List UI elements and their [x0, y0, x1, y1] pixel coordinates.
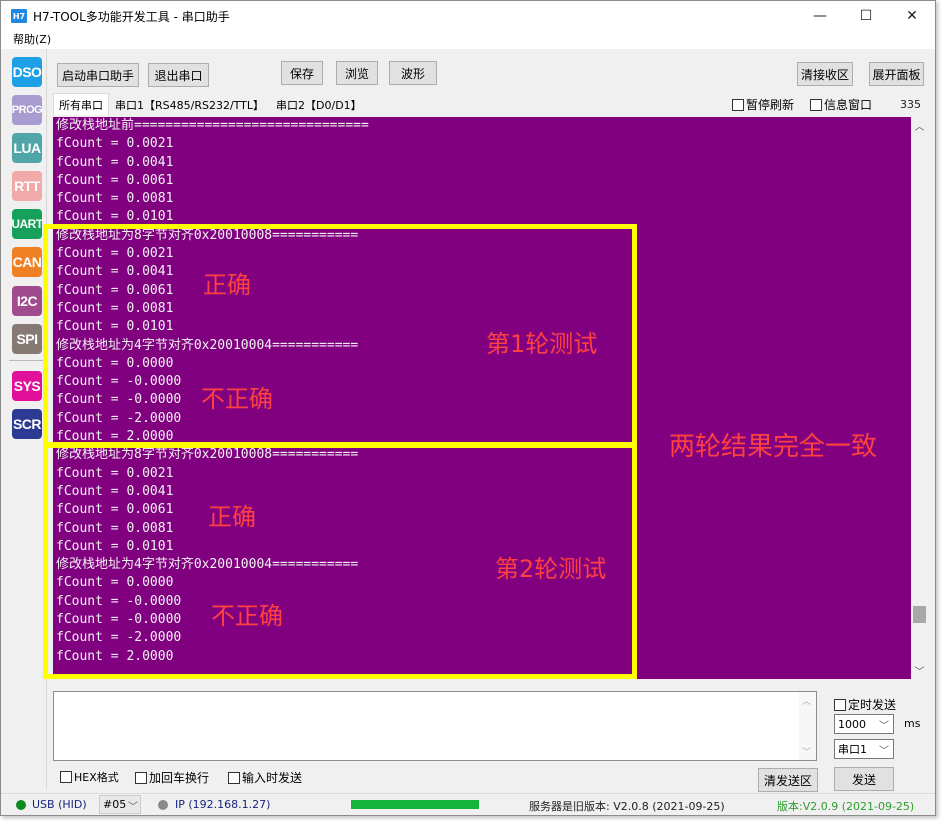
send-port-select[interactable]: 串口1 ﹀ — [834, 739, 894, 759]
info-window-checkbox[interactable]: 信息窗口 — [810, 96, 872, 113]
terminal-line: 修改栈地址前============================== — [56, 118, 369, 133]
menu-bar: 帮助(Z) — [1, 31, 935, 49]
tab-port2[interactable]: 串口2【D0/D1】 — [270, 95, 368, 115]
sidebar-item-i2c[interactable]: I2C — [12, 286, 42, 316]
round1-incorrect-annotation: 不正确 — [201, 385, 273, 413]
minimize-button[interactable]: — — [797, 1, 843, 31]
round2-correct-annotation: 正确 — [208, 503, 256, 531]
status-bar: USB (HID) #05 ﹀ IP (192.168.1.27) 服务器是旧版… — [1, 793, 935, 815]
title-bar: H7 H7-TOOL多功能开发工具 - 串口助手 — ☐ ✕ — [1, 1, 935, 31]
waveform-button[interactable]: 波形 — [389, 61, 437, 85]
browse-button[interactable]: 浏览 — [336, 61, 378, 85]
terminal-scrollbar[interactable]: ︿ ﹀ — [911, 117, 928, 679]
hex-format-label: HEX格式 — [74, 771, 119, 784]
minimize-icon: — — [813, 8, 827, 24]
send-input[interactable]: ︿ ﹀ — [53, 691, 817, 761]
start-serial-button[interactable]: 启动串口助手 — [57, 63, 139, 87]
send-scroll-down-icon[interactable]: ﹀ — [802, 745, 811, 758]
round2-label-annotation: 第2轮测试 — [495, 555, 607, 583]
terminal-line: fCount = 0.0021 — [56, 136, 174, 152]
sidebar-item-can[interactable]: CAN — [12, 247, 42, 277]
chevron-down-icon: ﹀ — [879, 721, 889, 732]
checkbox-box — [732, 98, 744, 111]
sidebar-item-sys[interactable]: SYS — [12, 371, 42, 401]
pause-refresh-checkbox[interactable]: 暂停刷新 — [732, 96, 794, 113]
expand-panel-button[interactable]: 展开面板 — [869, 62, 924, 86]
round2-incorrect-annotation: 不正确 — [211, 602, 283, 630]
round1-label-annotation: 第1轮测试 — [486, 330, 598, 358]
timed-send-label: 定时发送 — [848, 698, 897, 712]
sidebar-item-lua[interactable]: LUA — [12, 133, 42, 163]
app-logo-icon: H7 — [11, 9, 27, 23]
checkbox-box — [228, 771, 240, 784]
round1-correct-annotation: 正确 — [203, 271, 251, 299]
sidebar-divider — [9, 360, 45, 361]
ip-status-icon — [158, 800, 168, 810]
sidebar-item-dso[interactable]: DSO — [12, 57, 42, 87]
sidebar-item-uart[interactable]: UART — [11, 209, 43, 239]
send-port-value: 串口1 — [838, 743, 867, 756]
sidebar: DSO PROG LUA RTT UART CAN I2C SPI SYS SC… — [1, 49, 47, 789]
save-button[interactable]: 保存 — [281, 61, 323, 85]
send-on-input-checkbox[interactable]: 输入时发送 — [228, 769, 302, 786]
tab-port1[interactable]: 串口1【RS485/RS232/TTL】 — [109, 95, 270, 115]
port-tabs: 所有串口 串口1【RS485/RS232/TTL】 串口2【D0/D1】 — [53, 93, 368, 115]
terminal-line: fCount = 0.0081 — [56, 191, 174, 207]
device-select[interactable]: #05 ﹀ — [99, 795, 141, 814]
window-title: H7-TOOL多功能开发工具 - 串口助手 — [33, 9, 230, 24]
checkbox-box — [810, 98, 822, 111]
add-crlf-checkbox[interactable]: 加回车换行 — [135, 769, 209, 786]
send-button[interactable]: 发送 — [834, 767, 894, 791]
chevron-down-icon: ﹀ — [128, 802, 138, 813]
terminal-line: fCount = 0.0041 — [56, 154, 174, 170]
maximize-button[interactable]: ☐ — [843, 1, 889, 31]
sidebar-item-spi[interactable]: SPI — [12, 324, 42, 354]
close-icon: ✕ — [906, 8, 918, 24]
usb-status-icon — [16, 800, 26, 810]
hex-format-checkbox[interactable]: HEX格式 — [60, 769, 119, 785]
app-window: H7 H7-TOOL多功能开发工具 - 串口助手 — ☐ ✕ 帮助(Z) DSO… — [0, 0, 936, 816]
pause-refresh-label: 暂停刷新 — [746, 98, 795, 112]
sidebar-item-rtt[interactable]: RTT — [12, 171, 42, 201]
tab-all-ports[interactable]: 所有串口 — [53, 93, 109, 115]
timed-send-checkbox[interactable]: 定时发送 — [834, 696, 896, 713]
maximize-icon: ☐ — [859, 8, 873, 24]
scroll-thumb[interactable] — [913, 606, 926, 623]
summary-annotation: 两轮结果完全一致 — [669, 432, 878, 462]
usb-status-label: USB (HID) — [32, 798, 87, 811]
send-on-input-label: 输入时发送 — [242, 771, 303, 785]
scroll-down-icon[interactable]: ﹀ — [911, 662, 928, 679]
interval-unit: ms — [904, 717, 921, 730]
progress-fill — [351, 800, 479, 809]
server-version-label: 服务器是旧版本: V2.0.8 (2021-09-25) — [529, 800, 725, 813]
checkbox-box — [135, 771, 147, 784]
clear-receive-button[interactable]: 清接收区 — [797, 62, 853, 86]
menu-help[interactable]: 帮助(Z) — [13, 33, 51, 46]
sidebar-item-prog[interactable]: PROG — [12, 95, 43, 125]
exit-serial-button[interactable]: 退出串口 — [148, 63, 209, 87]
send-scrollbar[interactable]: ︿ ﹀ — [799, 692, 816, 760]
ip-status-label: IP (192.168.1.27) — [175, 798, 271, 811]
local-version-label: 版本:V2.0.9 (2021-09-25) — [777, 800, 915, 813]
clear-send-button[interactable]: 清发送区 — [758, 768, 818, 792]
info-window-label: 信息窗口 — [824, 98, 873, 112]
terminal-line: fCount = 0.0061 — [56, 172, 174, 188]
checkbox-box — [834, 698, 846, 711]
chevron-down-icon: ﹀ — [879, 746, 889, 757]
interval-select[interactable]: 1000 ﹀ — [834, 714, 894, 734]
send-scroll-up-icon[interactable]: ︿ — [802, 694, 811, 707]
receive-count: 335 — [900, 98, 921, 111]
add-crlf-label: 加回车换行 — [149, 771, 210, 785]
interval-value: 1000 — [838, 717, 866, 731]
progress-bar — [351, 800, 479, 809]
device-value: #05 — [103, 798, 127, 811]
checkbox-box — [60, 771, 72, 783]
sidebar-item-scr[interactable]: SCR — [12, 409, 42, 439]
close-button[interactable]: ✕ — [889, 1, 935, 31]
scroll-up-icon[interactable]: ︿ — [911, 117, 928, 134]
